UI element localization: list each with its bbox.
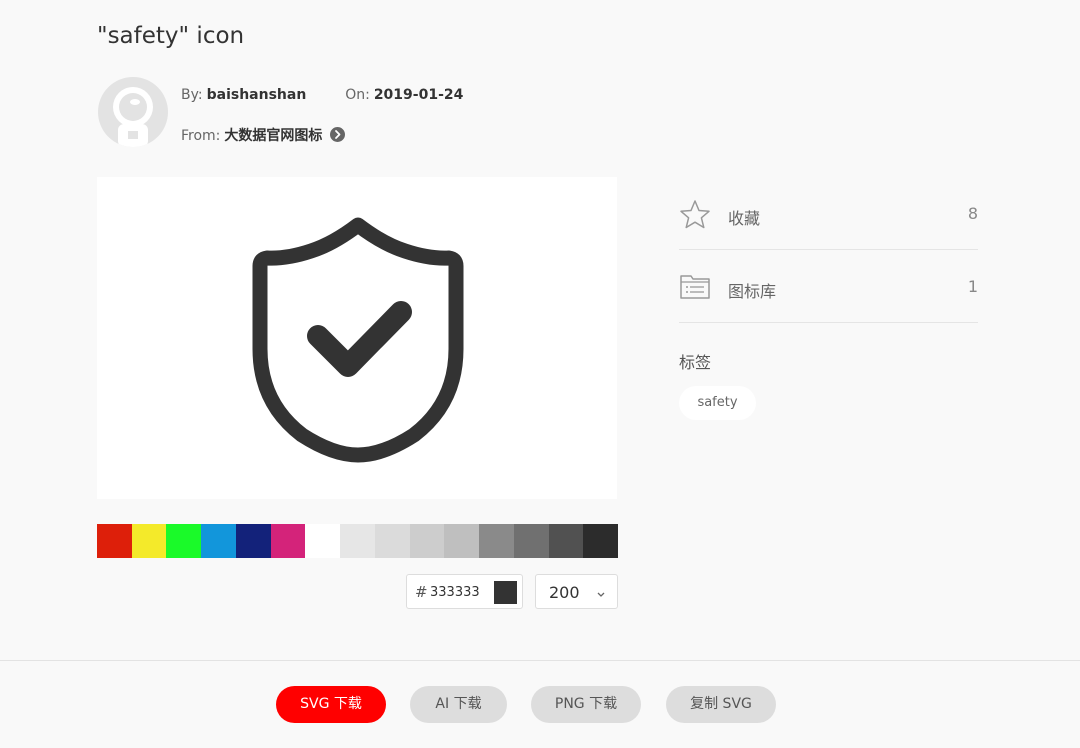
color-swatch[interactable]	[374, 524, 410, 558]
hex-color-input[interactable]	[430, 582, 490, 602]
tag-safety[interactable]: safety	[679, 386, 756, 420]
author-avatar[interactable]	[98, 77, 168, 147]
on-label: On:	[345, 87, 370, 103]
library-count: 1	[967, 277, 978, 296]
meta-source: From: 大数据官网图标	[181, 126, 346, 146]
color-swatch[interactable]	[513, 524, 549, 558]
color-swatch[interactable]	[548, 524, 584, 558]
chevron-down-icon	[596, 584, 606, 603]
color-swatch[interactable]	[409, 524, 445, 558]
library-row[interactable]: 图标库 1	[679, 248, 978, 323]
color-input-box[interactable]: #	[406, 574, 523, 609]
astronaut-avatar-icon	[113, 87, 153, 147]
color-swatch[interactable]	[340, 524, 375, 558]
shield-check-icon	[252, 217, 464, 463]
color-swatch[interactable]	[201, 524, 236, 558]
size-value: 200	[549, 583, 580, 602]
favorite-row[interactable]: 收藏 8	[679, 175, 978, 250]
color-swatch[interactable]	[583, 524, 619, 558]
color-swatch[interactable]	[131, 524, 167, 558]
color-swatch[interactable]	[305, 524, 341, 558]
source-link[interactable]: 大数据官网图标	[224, 128, 322, 144]
icon-preview	[97, 177, 617, 499]
copy-svg-button[interactable]: 复制 SVG	[666, 686, 776, 723]
png-download-button[interactable]: PNG 下载	[531, 686, 641, 723]
by-label: By:	[181, 87, 203, 103]
hash-prefix: #	[415, 583, 428, 601]
page-title: "safety" icon	[97, 23, 245, 49]
color-palette	[97, 524, 619, 558]
from-label: From:	[181, 128, 221, 144]
library-label: 图标库	[728, 282, 777, 301]
favorite-label: 收藏	[728, 209, 761, 228]
star-icon[interactable]	[679, 199, 711, 233]
size-select[interactable]: 200	[535, 574, 618, 609]
folder-list-icon[interactable]	[679, 272, 711, 304]
meta-author-date: By: baishanshan On: 2019-01-24	[181, 85, 463, 105]
color-swatch[interactable]	[97, 524, 132, 558]
tags-heading: 标签	[679, 353, 712, 372]
ai-download-button[interactable]: AI 下载	[410, 686, 507, 723]
color-swatch[interactable]	[270, 524, 306, 558]
chevron-right-icon[interactable]	[330, 127, 346, 142]
author-name[interactable]: baishanshan	[207, 87, 307, 103]
color-swatch[interactable]	[444, 524, 480, 558]
footer-divider	[0, 660, 1080, 661]
publish-date: 2019-01-24	[373, 87, 464, 103]
svg-download-button[interactable]: SVG 下载	[276, 686, 386, 723]
color-swatch[interactable]	[479, 524, 514, 558]
favorite-count: 8	[967, 204, 978, 223]
color-swatch[interactable]	[166, 524, 202, 558]
current-color-chip	[494, 581, 517, 604]
color-swatch[interactable]	[235, 524, 271, 558]
